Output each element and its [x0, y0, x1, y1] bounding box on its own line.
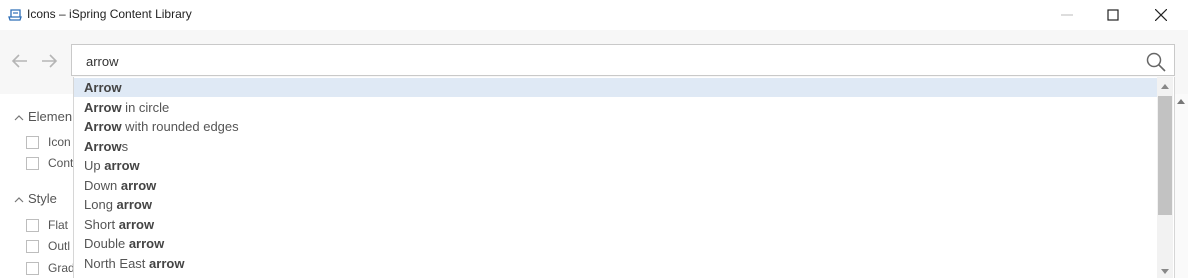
suggestion-match: arrow [120, 177, 157, 193]
back-button[interactable] [9, 52, 31, 70]
suggestion-text: Short [84, 216, 119, 232]
suggestion-match: arrow [149, 255, 185, 271]
search-input[interactable] [86, 52, 1086, 70]
content-checkbox[interactable] [26, 157, 39, 170]
suggestion-match: Arrow [84, 99, 122, 115]
suggestion-text: Long [84, 197, 117, 212]
suggestion-item[interactable]: Down arrow [74, 176, 1157, 195]
outline-checkbox-label: Outl [48, 239, 71, 253]
maximize-button[interactable] [1090, 0, 1136, 30]
window-title: Icons – iSpring Content Library [27, 7, 192, 21]
suggestion-item[interactable]: Arrow with rounded edges [74, 117, 1157, 136]
content-checkbox-label: Cont [48, 156, 74, 170]
minimize-icon [1061, 14, 1073, 16]
suggestion-text: in circle [121, 99, 170, 115]
chevron-up-icon [14, 196, 24, 202]
suggestion-text: Double [84, 236, 129, 251]
scroll-up-icon[interactable] [1177, 98, 1185, 104]
suggestion-match: Arrow [84, 80, 122, 95]
filter-group-style[interactable]: Style [14, 191, 57, 206]
suggestion-item[interactable]: Arrows [74, 137, 1157, 156]
suggestion-item[interactable]: Up arrow [74, 156, 1157, 175]
suggestion-text: Down [84, 177, 121, 193]
outline-checkbox[interactable] [26, 240, 39, 253]
suggestion-item[interactable]: North East arrow [74, 254, 1157, 273]
close-icon [1155, 9, 1167, 21]
suggestion-match: Arrow [84, 138, 122, 154]
filter-group-elements[interactable]: Elemen [14, 109, 72, 124]
scroll-down-icon[interactable] [1161, 269, 1169, 275]
arrow-left-icon [11, 54, 27, 68]
suggestion-text: s [121, 138, 129, 154]
icons-checkbox-label: Icon [48, 135, 71, 149]
flat-checkbox-label: Flat [48, 218, 69, 232]
suggestion-match: arrow [116, 197, 152, 212]
suggestion-text: Up [84, 158, 105, 173]
icons-checkbox[interactable] [26, 136, 39, 149]
suggestion-item[interactable]: Short arrow [74, 215, 1157, 234]
minimize-button[interactable] [1044, 0, 1090, 30]
dropdown-scroll-thumb[interactable] [1158, 96, 1172, 215]
page-scrollbar[interactable] [1174, 94, 1188, 278]
flat-checkbox[interactable] [26, 219, 39, 232]
suggestions-dropdown: Arrow Arrow in circle Arrow with rounded e… [73, 77, 1175, 278]
maximize-icon [1107, 9, 1119, 21]
search-icon[interactable] [1146, 52, 1166, 72]
suggestion-match: arrow [128, 236, 165, 251]
suggestion-item[interactable]: Long arrow [74, 195, 1157, 214]
scroll-up-icon[interactable] [1161, 83, 1169, 89]
forward-button[interactable] [38, 52, 60, 70]
close-button[interactable] [1138, 0, 1184, 30]
arrow-right-icon [42, 54, 58, 68]
gradient-checkbox[interactable] [26, 262, 39, 275]
suggestion-item[interactable]: Arrow [74, 78, 1157, 97]
chevron-up-icon [14, 114, 24, 120]
suggestion-item[interactable]: Double arrow [74, 234, 1157, 253]
ispring-app-icon [7, 7, 24, 23]
suggestion-item[interactable]: Arrow in circle [74, 98, 1157, 117]
suggestion-match: Arrow [84, 119, 122, 134]
suggestion-match: arrow [104, 158, 140, 173]
suggestion-text: with rounded edges [121, 119, 239, 134]
gradient-checkbox-label: Grad [48, 261, 75, 275]
title-bar: Icons – iSpring Content Library [0, 0, 1188, 30]
suggestion-match: arrow [118, 216, 155, 232]
suggestion-text: North East [84, 255, 150, 271]
search-box[interactable] [71, 44, 1175, 76]
